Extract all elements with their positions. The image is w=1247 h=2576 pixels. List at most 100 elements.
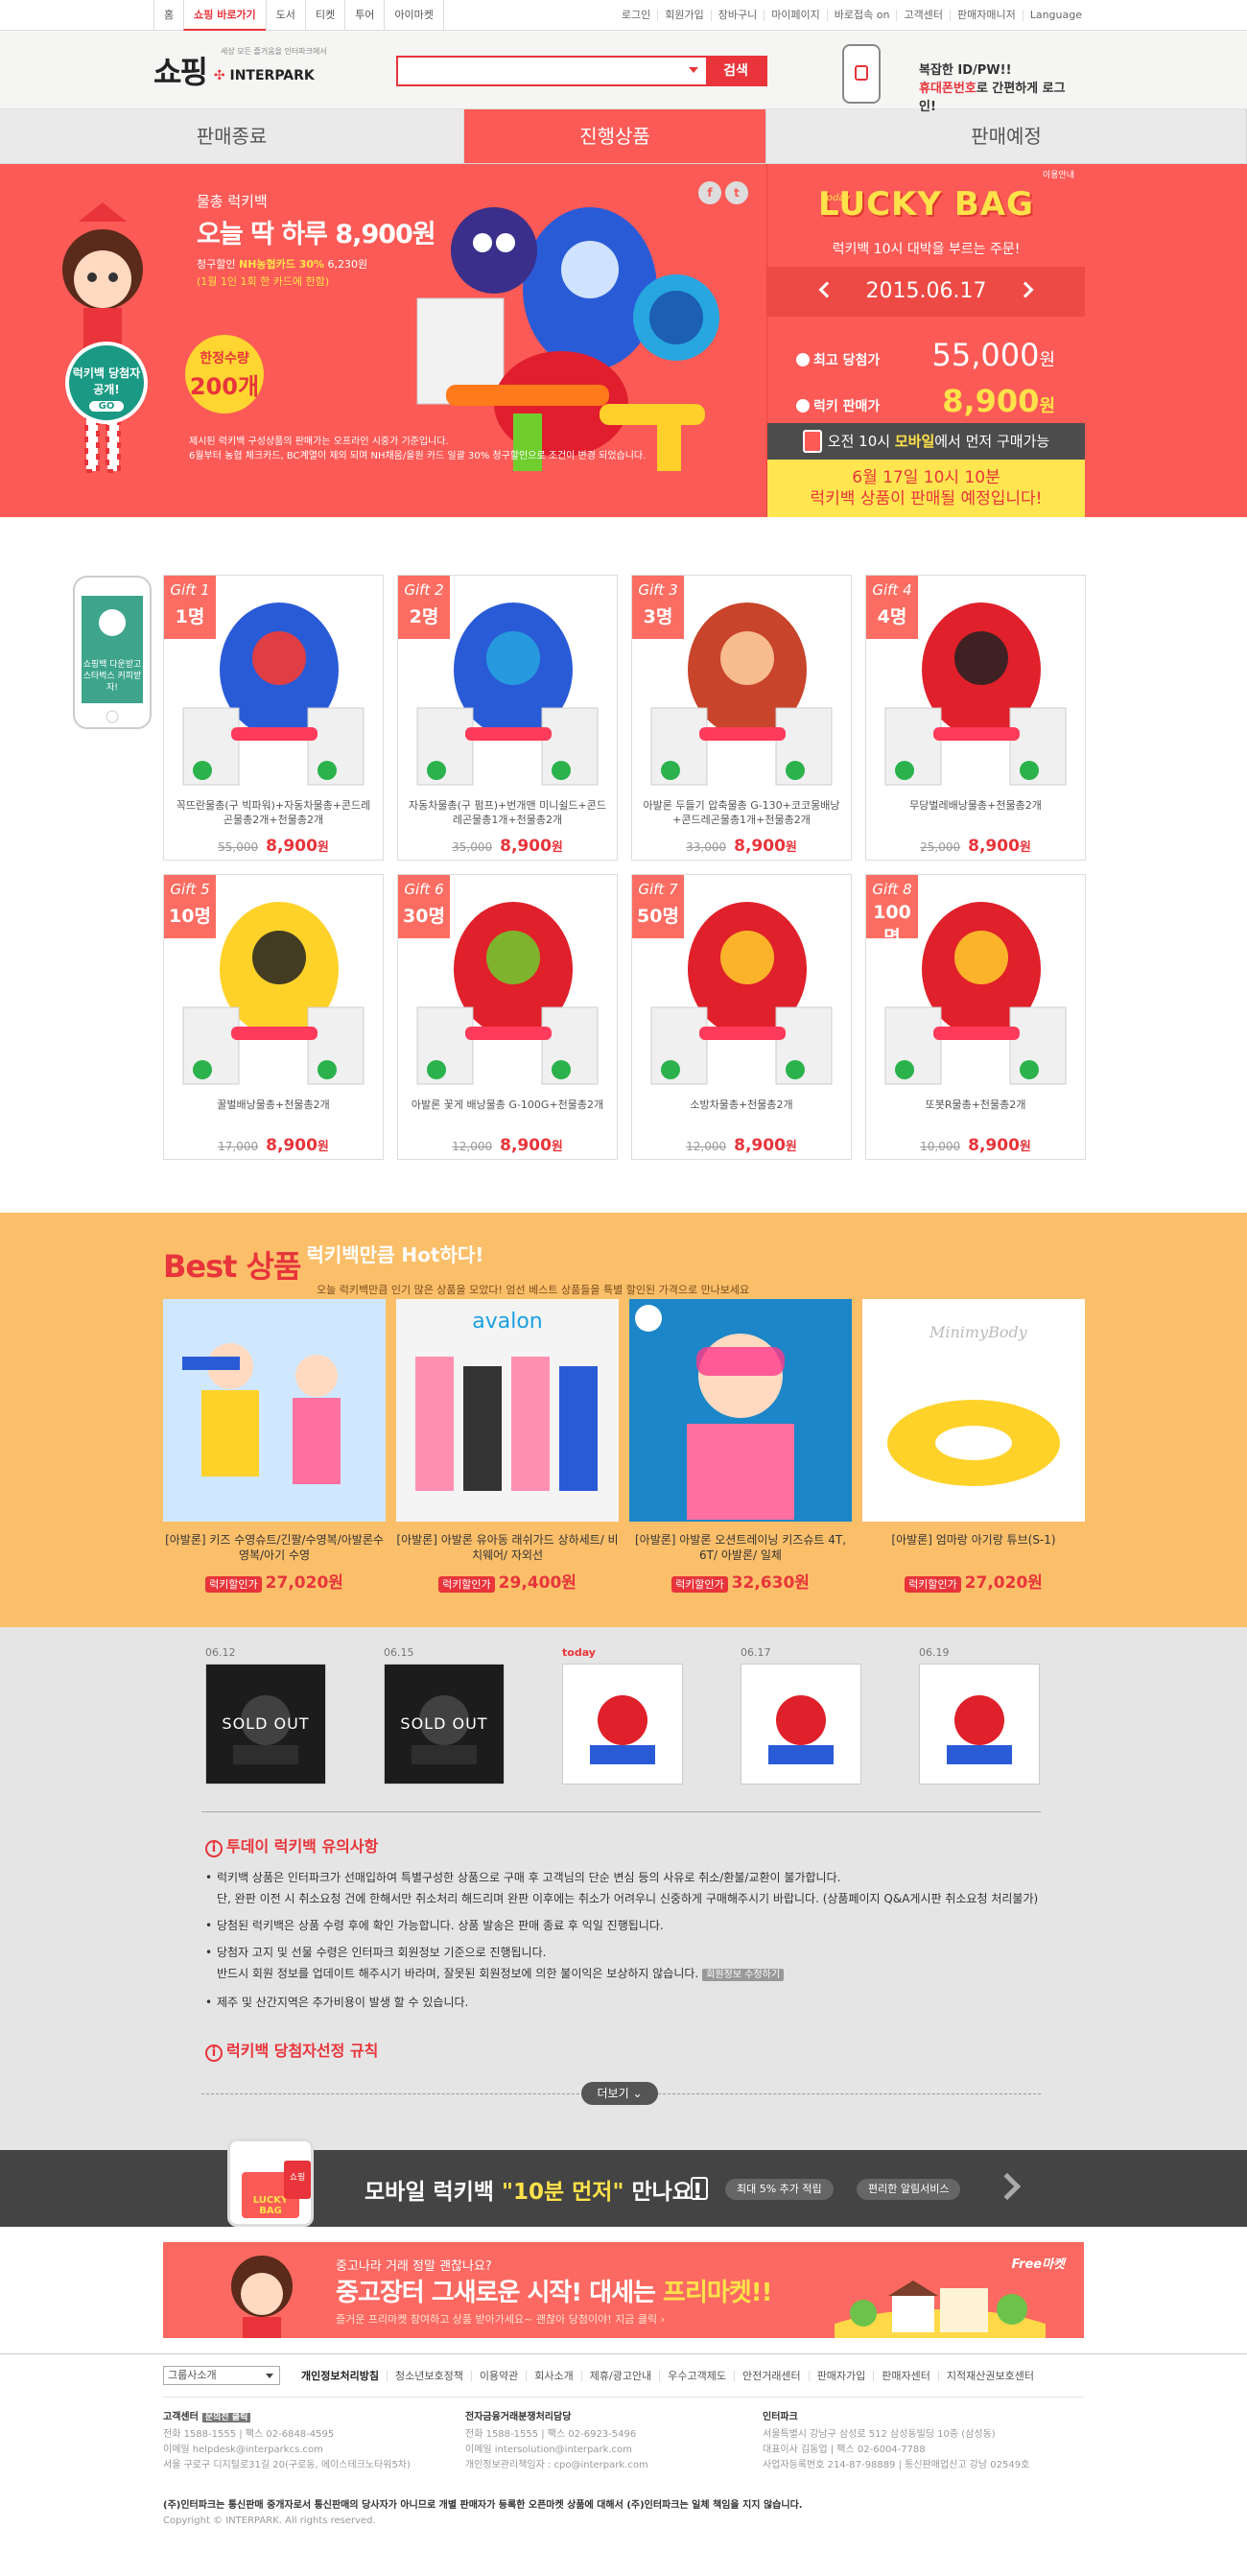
chevron-right-icon[interactable] (993, 2172, 1022, 2201)
gift-card[interactable]: Gift 4 4명 무당벌레배낭물총+천물총2개 25,000 8,900원 (865, 575, 1086, 861)
best-title: Best 상품 (163, 1248, 301, 1285)
gift-name: 아발론 꽃게 배낭물총 G-100G+천물총2개 (411, 1099, 604, 1111)
history-date: 06.17 (741, 1646, 771, 1659)
search-box: 검색 (396, 56, 767, 86)
tab-ended[interactable]: 판매종료 (0, 109, 464, 163)
tab-upcoming[interactable]: 판매예정 (766, 109, 1247, 163)
usage-guide-link[interactable]: 이용안내 (1043, 168, 1074, 180)
social-share: f t (698, 181, 748, 204)
search-button[interactable]: 검색 (706, 58, 765, 84)
best-item-price: 럭키할인가 29,400원 (396, 1569, 619, 1593)
best-product-image: avalon (396, 1299, 619, 1522)
best-item[interactable]: avalon [아발론] 아발론 유아동 래쉬가드 상하세트/ 비치웨어/ 자외선… (396, 1299, 619, 1593)
tab-home[interactable]: 홈 (153, 0, 183, 31)
footer-link[interactable]: 지적재산권보호센터 (939, 2371, 1042, 2381)
hero-note1: 제시된 럭키백 구성상품의 판매가는 오프라인 시중가 기준입니다. (189, 437, 449, 447)
language-link[interactable]: Language (1023, 10, 1089, 21)
gift-card[interactable]: Gift 3 3명 아발론 두들기 압축물총 G-130+코코몽배낭+콘드레곤물총1… (631, 575, 852, 861)
best-item[interactable]: [아발론] 키즈 수영슈트/긴팔/수영복/아발론수영복/아기 수영 럭키할인가 27… (163, 1299, 386, 1593)
tab-ongoing[interactable]: 진행상품 (464, 109, 766, 163)
winner-announce-badge[interactable]: 럭키백 당첨자공개! GO (65, 342, 148, 424)
best-item[interactable]: MinimyBody [아발론] 엄마랑 아기랑 튜브(S-1) 럭키할인가 27,0… (862, 1299, 1085, 1593)
login-link[interactable]: 로그인 (615, 10, 659, 21)
footer-link[interactable]: 제휴/광고안내 (582, 2370, 661, 2381)
footer-link[interactable]: 우수고객제도 (660, 2370, 735, 2381)
best-item[interactable]: [아발론] 아발론 오션트레이닝 키즈슈트 4T, 6T/ 아발론/ 일체 럭키할… (629, 1299, 852, 1593)
gift-tag: Gift 7 50명 (632, 875, 684, 938)
lucky-bag-logo: today LUCKY BAG (818, 185, 1034, 224)
gift-card[interactable]: Gift 6 30명아발론 꽃게 배낭물총 G-100G+천물총2개 12,000 8… (397, 874, 618, 1160)
gift-card[interactable]: Gift 2 2명 자동차물총(구 펌프)+번개맨 미니쉴드+콘드레곤물총1개+천물… (397, 575, 618, 861)
character-image (231, 2256, 293, 2338)
inquiry-button[interactable]: 문의전 클릭 (201, 2413, 251, 2422)
cart-link[interactable]: 장바구니 (712, 10, 765, 21)
town-illustration (835, 2281, 1046, 2338)
tab-imarket[interactable]: 아이마켓 (384, 0, 444, 31)
footer-link[interactable]: 회사소개 (527, 2370, 582, 2381)
footer-link[interactable]: 안전거래센터 (735, 2370, 810, 2381)
facebook-icon[interactable]: f (698, 181, 721, 204)
more-button[interactable]: 더보기 ⌄ (581, 2082, 658, 2105)
footer-link[interactable]: 청소년보호정책 (388, 2370, 472, 2381)
original-price: 55,000 (218, 840, 259, 854)
notice-title: i 투데이 럭키백 유의사항 (205, 1833, 378, 1857)
rule-title[interactable]: i 럭키백 당첨자선정 규칙 (205, 2038, 378, 2062)
footer-link[interactable]: 이용약관 (472, 2370, 528, 2381)
won-coin-icon (796, 353, 810, 366)
search-dropdown-icon[interactable] (689, 67, 698, 73)
history-thumb: SOLD OUT (205, 1664, 326, 1784)
winner-go-button[interactable]: GO (89, 401, 124, 412)
history-and-notice: 06.12 SOLD OUT 06.15 SOLD OUT today 06.17 06.1… (0, 1627, 1247, 2150)
gift-name: 자동차물총(구 펌프)+번개맨 미니쉴드+콘드레곤물총1개+천물총2개 (408, 799, 607, 826)
edit-member-info-button[interactable]: 회원정보 수정하기 (702, 1969, 785, 1981)
signup-link[interactable]: 회원가입 (658, 10, 712, 21)
footer-divider (163, 2397, 1084, 2398)
tab-books[interactable]: 도서 (265, 0, 305, 31)
notice-item: 단, 완판 이전 시 취소요청 건에 한해서만 취소처리 해드리며 완판 이후에… (217, 1892, 1039, 1905)
brand-name: ✣ INTERPARK (213, 68, 315, 83)
history-day[interactable]: 06.12 SOLD OUT (205, 1646, 326, 1784)
freemarket-section: 중고나라 거래 정말 괜찮나요? 중고장터 그새로운 시작! 대세는 프리마켓!… (0, 2227, 1247, 2353)
starbucks-app-phone-ad[interactable] (72, 575, 153, 730)
customer-center-link[interactable]: 고객센터 (897, 10, 951, 21)
footer-link[interactable]: 판매자센터 (874, 2370, 939, 2381)
search-input[interactable] (398, 58, 686, 84)
footer-customer-center: 고객센터 문의전 클릭 전화 1588-1555 | 팩스 02-6848-459… (163, 2412, 411, 2470)
gift-name: 꼭뜨란물총(구 빅파워)+자동차물총+콘드레곤물총2개+천물총2개 (176, 799, 371, 826)
group-select[interactable]: 그룹사소개 (163, 2366, 280, 2385)
mobile-app-banner[interactable]: LUCKY BAG 쇼핑 모바일 럭키백 "10분 먼저" 만나요! 최대 5%… (0, 2139, 1247, 2227)
mobile-phone-image: LUCKY BAG 쇼핑 (227, 2139, 314, 2227)
tab-tour[interactable]: 투어 (344, 0, 384, 31)
quick-access-link[interactable]: 바로접속 on (828, 10, 898, 21)
history-day[interactable]: 06.17 (741, 1646, 861, 1784)
gift-card[interactable]: Gift 5 10명 꿀벌배낭물총+천물총2개 17,000 8,900원 (163, 874, 384, 1160)
freemarket-q3: 즐거운 프리마켓 참여하고 상품 받아가세요~ 괜찮아 당첨이야! 지금 클릭 … (336, 2313, 665, 2326)
tab-shopping[interactable]: 쇼핑 바로가기 (183, 0, 266, 31)
twitter-icon[interactable]: t (725, 181, 748, 204)
history-day[interactable]: today (562, 1646, 683, 1784)
footer-link[interactable]: 판매자가입 (810, 2370, 875, 2381)
seller-manager-link[interactable]: 판매자매니저 (951, 10, 1023, 21)
logo[interactable]: 쇼핑 세상 모든 즐거움을 인터파크에서 ✣ INTERPARK (153, 47, 327, 92)
freemarket-banner[interactable]: 중고나라 거래 정말 괜찮나요? 중고장터 그새로운 시작! 대세는 프리마켓!… (163, 2242, 1084, 2338)
mobile-first-notice[interactable]: 오전 10시 모바일에서 먼저 구매가능 (767, 423, 1085, 460)
footer-link[interactable]: 개인정보처리방침 (294, 2370, 388, 2381)
original-price: 17,000 (218, 1140, 259, 1153)
logo-text: 쇼핑 (153, 54, 208, 90)
history-day[interactable]: 06.15 SOLD OUT (384, 1646, 505, 1784)
mypage-link[interactable]: 마이페이지 (765, 10, 828, 21)
gift-tag: Gift 4 4명 (866, 576, 918, 639)
gift-card[interactable]: Gift 1 1명 꼭뜨란물총(구 빅파워)+자동차물총+콘드레곤물총2개+천물총2… (163, 575, 384, 861)
gift-price: 12,000 8,900원 (398, 1136, 617, 1155)
gift-card[interactable]: Gift 8 100명 또봇R물총+천물총2개 10,000 8,900원 (865, 874, 1086, 1160)
alarm-service-pill: 편리한 알림서비스 (857, 2179, 961, 2200)
gift-card[interactable]: Gift 7 50명 소방차물총+천물총2개 12,000 8,900원 (631, 874, 852, 1160)
history-day[interactable]: 06.19 (919, 1646, 1040, 1784)
best-desc: 오늘 럭키백만큼 인기 많은 상품을 모았다! 엄선 베스트 상품들을 특별 할… (317, 1284, 750, 1296)
svg-text:MinimyBody: MinimyBody (929, 1323, 1028, 1341)
gift-tag: Gift 6 30명 (398, 875, 450, 938)
limited-qty-badge: 한정수량 200개 (185, 335, 264, 414)
tab-ticket[interactable]: 티켓 (304, 0, 344, 31)
phone-login-ad[interactable]: 복잡한 ID/PW!! 휴대폰번호로 간편하게 로그인! (842, 44, 1082, 114)
gift-price: 35,000 8,900원 (398, 837, 617, 856)
